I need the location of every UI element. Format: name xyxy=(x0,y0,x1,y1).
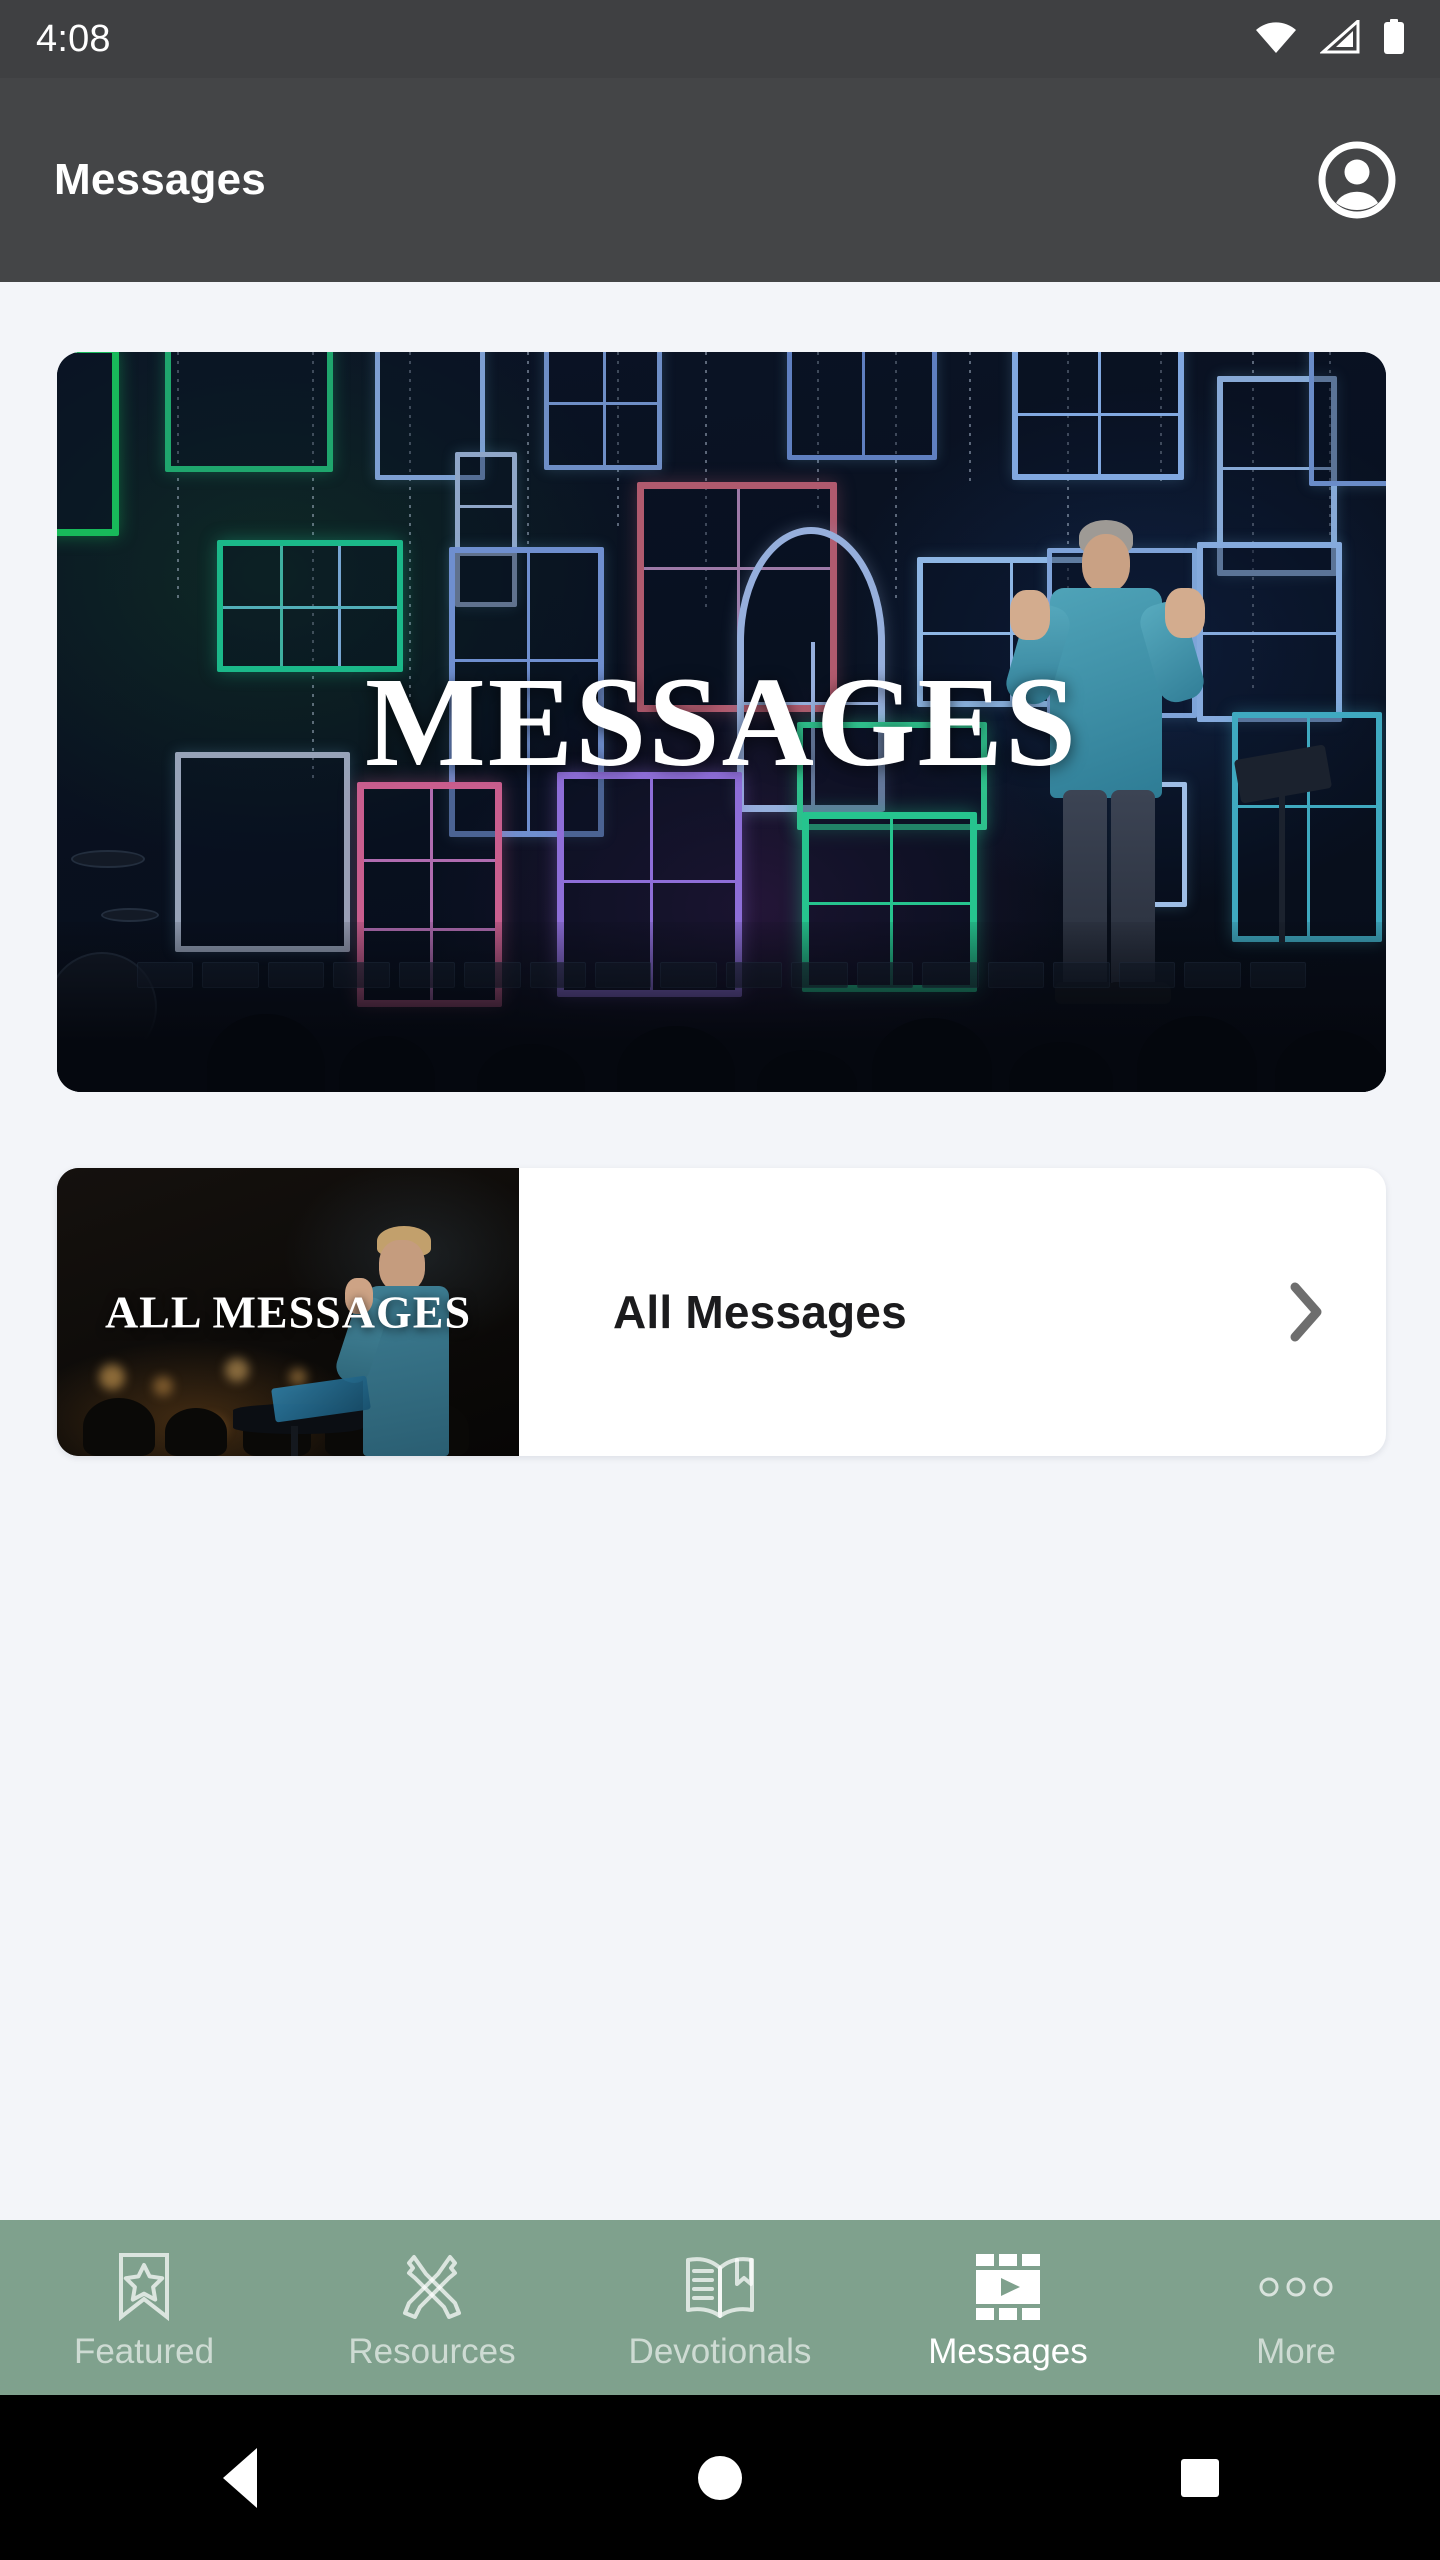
android-navigation-bar xyxy=(0,2395,1440,2560)
hero-title: MESSAGES xyxy=(364,651,1079,793)
all-messages-thumbnail: ALL MESSAGES xyxy=(57,1168,519,1456)
tab-label-more: More xyxy=(1256,2332,1336,2371)
back-triangle-icon[interactable] xyxy=(180,2418,300,2538)
tab-more[interactable]: More xyxy=(1152,2220,1440,2395)
tab-label-featured: Featured xyxy=(73,2332,215,2371)
hero-banner[interactable]: MESSAGES xyxy=(57,352,1386,1092)
film-play-icon xyxy=(970,2250,1046,2324)
tab-label-resources: Resources xyxy=(348,2332,516,2371)
bookmark-star-icon xyxy=(113,2250,175,2324)
chevron-right-icon[interactable] xyxy=(1282,1279,1328,1345)
content-area: MESSAGES ALL MESSAGES All Messages xyxy=(0,282,1440,2220)
all-messages-card[interactable]: ALL MESSAGES All Messages xyxy=(57,1168,1386,1456)
all-messages-label: All Messages xyxy=(613,1286,907,1338)
tab-messages[interactable]: Messages xyxy=(864,2220,1152,2395)
status-time: 4:08 xyxy=(36,18,111,60)
wifi-icon xyxy=(1254,20,1298,59)
thumbnail-title: ALL MESSAGES xyxy=(104,1286,472,1338)
tab-resources[interactable]: Resources xyxy=(288,2220,576,2395)
open-book-bookmark-icon xyxy=(682,2250,758,2324)
cellular-signal-icon xyxy=(1319,17,1360,59)
audience-silhouettes xyxy=(57,972,1386,1092)
page-title: Messages xyxy=(54,155,266,204)
bottom-tab-bar: Featured Resources Devotionals Messages … xyxy=(0,2220,1440,2395)
crossed-wrenches-icon xyxy=(396,2250,468,2324)
app-screen: 4:08 Messages MESSAGES ALL MESSAGES All … xyxy=(0,0,1440,2560)
tab-featured[interactable]: Featured xyxy=(0,2220,288,2395)
status-icons xyxy=(1254,17,1406,60)
all-messages-row[interactable]: All Messages xyxy=(519,1168,1386,1456)
app-bar: Messages xyxy=(0,78,1440,282)
home-circle-icon[interactable] xyxy=(660,2418,780,2538)
recents-square-icon[interactable] xyxy=(1140,2418,1260,2538)
account-circle-icon[interactable] xyxy=(1314,137,1400,223)
tab-label-messages: Messages xyxy=(928,2332,1088,2371)
battery-icon xyxy=(1382,18,1406,60)
tab-devotionals[interactable]: Devotionals xyxy=(576,2220,864,2395)
status-bar: 4:08 xyxy=(0,0,1440,78)
three-dots-icon xyxy=(1256,2250,1336,2324)
tab-label-devotionals: Devotionals xyxy=(628,2332,812,2371)
